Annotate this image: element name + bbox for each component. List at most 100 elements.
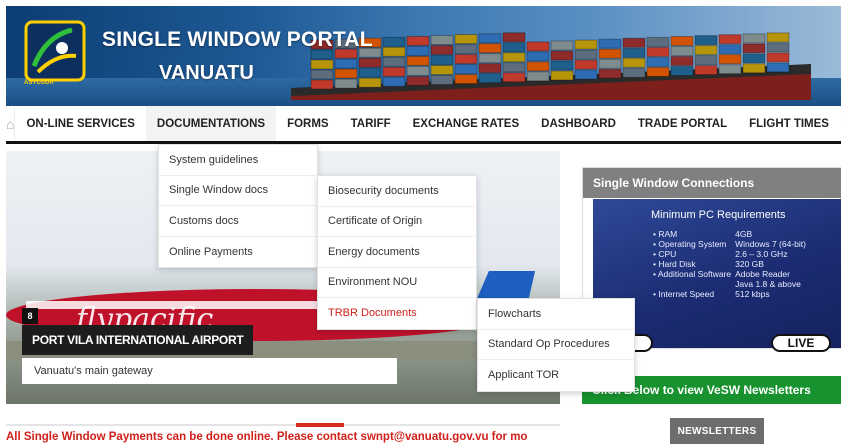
container (622, 37, 646, 48)
connections-title: Single Window Connections (583, 168, 841, 198)
live-button[interactable]: LIVE (771, 334, 831, 352)
container (694, 45, 718, 56)
menu-biosecurity-documents[interactable]: Biosecurity documents (318, 176, 476, 207)
req-value: 4GB (735, 229, 753, 239)
slide-title[interactable]: PORT VILA INTERNATIONAL AIRPORT (22, 325, 254, 355)
menu-flowcharts[interactable]: Flowcharts (478, 299, 634, 330)
container (430, 45, 454, 55)
home-icon[interactable]: ⌂ (6, 106, 16, 141)
nav-tariff[interactable]: TARIFF (340, 106, 402, 141)
container (502, 42, 526, 53)
logo-text: ASYCUDA (24, 80, 54, 86)
container (766, 52, 790, 63)
container (382, 46, 406, 57)
nav-dashboard[interactable]: DASHBOARD (530, 106, 627, 141)
container (718, 64, 742, 75)
container (598, 48, 622, 59)
container (382, 56, 406, 67)
nav-online-services[interactable]: ON-LINE SERVICES (15, 106, 145, 141)
container (742, 43, 766, 54)
container (694, 55, 718, 66)
container (430, 55, 454, 65)
container (310, 59, 334, 70)
portal-subtitle: VANUATU (159, 62, 254, 84)
container (478, 73, 502, 84)
container (430, 65, 454, 75)
news-ticker[interactable]: All Single Window Payments can be done o… (6, 431, 560, 447)
container (766, 42, 790, 53)
container (550, 40, 574, 51)
req-label: • Operating System (653, 239, 727, 249)
container (622, 57, 646, 68)
container (358, 57, 382, 68)
container (598, 68, 622, 79)
container (694, 35, 718, 46)
menu-environment-nou[interactable]: Environment NOU (318, 268, 476, 298)
menu-certificate-of-origin[interactable]: Certificate of Origin (318, 207, 476, 237)
container (550, 70, 574, 81)
nav-trade-portal[interactable]: TRADE PORTAL (627, 106, 738, 141)
container (430, 75, 454, 85)
container (622, 47, 646, 58)
menu-online-payments[interactable]: Online Payments (159, 237, 317, 268)
container (406, 55, 430, 66)
container (670, 46, 694, 56)
menu-applicant-tor[interactable]: Applicant TOR (478, 360, 634, 391)
container (358, 77, 382, 88)
slide-number: 8 (22, 308, 38, 324)
container (550, 50, 574, 61)
container (670, 66, 694, 76)
container (478, 53, 502, 64)
documentations-menu: System guidelines Single Window docs Cus… (158, 144, 318, 268)
menu-system-guidelines[interactable]: System guidelines (159, 145, 317, 176)
single-window-docs-menu: Biosecurity documents Certificate of Ori… (317, 175, 477, 330)
container (406, 45, 430, 56)
slider-progress-marker (296, 423, 344, 427)
req-label: • CPU (653, 249, 677, 259)
req-label: • Hard Disk (653, 259, 696, 269)
container (454, 44, 478, 55)
container (742, 53, 766, 64)
container (574, 59, 598, 70)
nav-flight-times[interactable]: FLIGHT TIMES (738, 106, 840, 141)
portal-title: SINGLE WINDOW PORTAL (102, 28, 373, 51)
container (766, 32, 790, 43)
container (526, 71, 550, 82)
container (718, 54, 742, 65)
nav-documentations[interactable]: DOCUMENTATIONS (145, 106, 277, 141)
container (646, 66, 670, 77)
container (646, 46, 670, 57)
menu-single-window-docs[interactable]: Single Window docs (159, 176, 317, 206)
requirements-title: Minimum PC Requirements (651, 209, 786, 221)
req-value: 512 kbps (735, 289, 770, 299)
menu-trbr-documents[interactable]: TRBR Documents (318, 298, 476, 329)
container (454, 64, 478, 75)
container (382, 76, 406, 87)
container (382, 66, 406, 77)
container (598, 38, 622, 49)
menu-customs-docs[interactable]: Customs docs (159, 206, 317, 237)
menu-standard-op-procedures[interactable]: Standard Op Procedures (478, 330, 634, 360)
requirements-table: • RAM 4GB • Operating System Windows 7 (64… (653, 229, 810, 299)
container (406, 75, 430, 86)
container (670, 36, 694, 46)
nav-forms[interactable]: FORMS (276, 106, 340, 141)
container (334, 78, 358, 89)
main-nav: ⌂ ON-LINE SERVICES DOCUMENTATIONS FORMS … (6, 106, 841, 144)
req-value: Windows 7 (64-bit) (735, 239, 806, 249)
container (502, 72, 526, 83)
asycuda-logo (24, 20, 86, 82)
container (526, 41, 550, 52)
container (718, 34, 742, 45)
container (574, 49, 598, 60)
container (310, 79, 334, 90)
newsletters-button[interactable]: NEWSLETTERS (670, 418, 764, 444)
req-value: Java 1.8 & above (735, 279, 801, 289)
req-label: • RAM (653, 229, 678, 239)
container (454, 54, 478, 65)
container (646, 56, 670, 67)
nav-exchange-rates[interactable]: EXCHANGE RATES (402, 106, 531, 141)
req-label: • Internet Speed (653, 289, 715, 299)
req-value: 320 GB (735, 259, 764, 269)
menu-energy-documents[interactable]: Energy documents (318, 237, 476, 268)
